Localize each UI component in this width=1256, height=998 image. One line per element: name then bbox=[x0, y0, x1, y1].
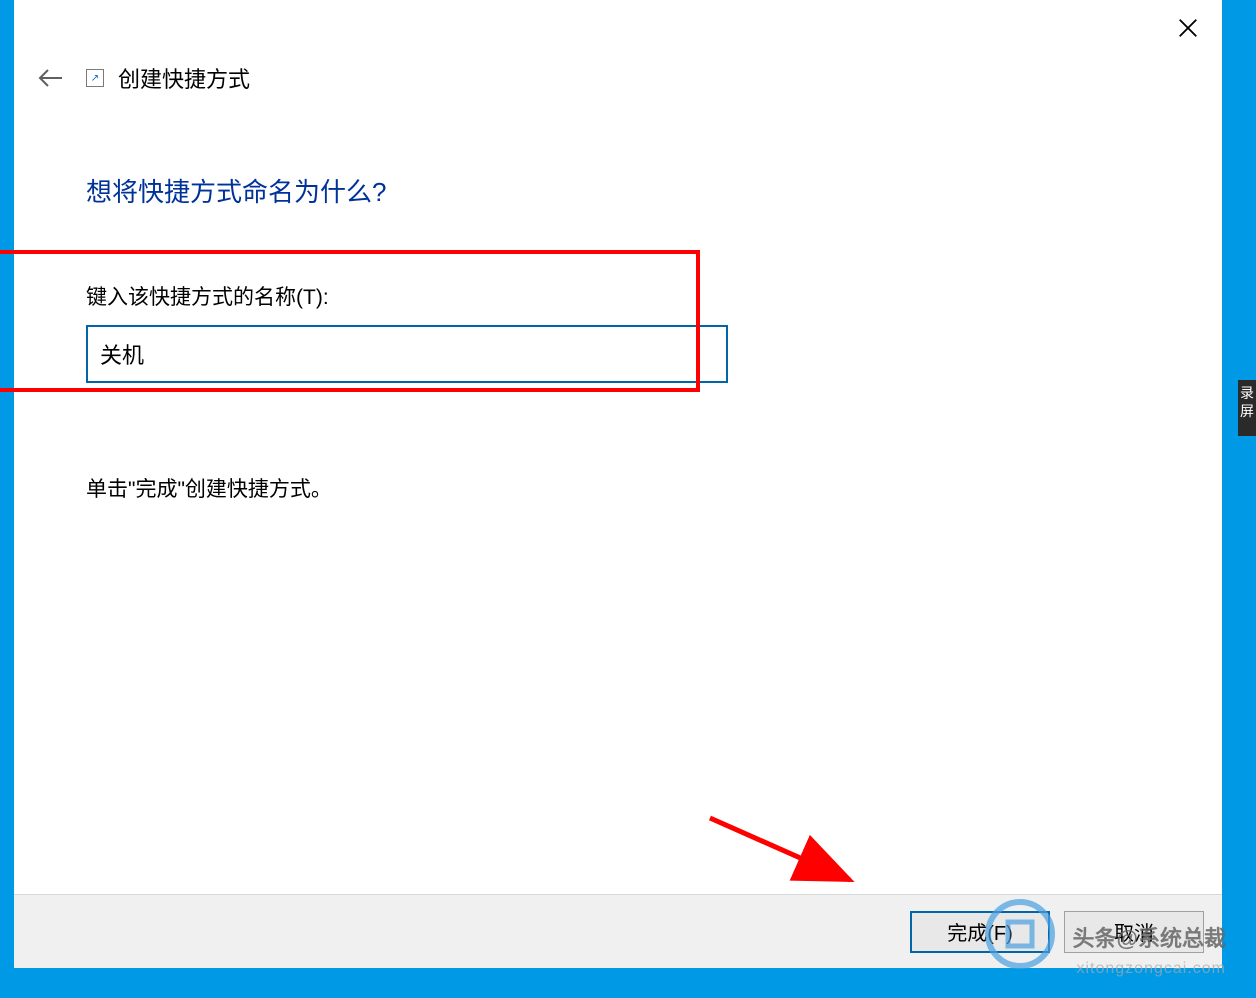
create-shortcut-dialog: 创建快捷方式 想将快捷方式命名为什么? 键入该快捷方式的名称(T): 单击"完成… bbox=[14, 0, 1222, 968]
close-icon bbox=[1177, 17, 1199, 39]
page-heading: 想将快捷方式命名为什么? bbox=[86, 172, 1222, 209]
title-bar bbox=[14, 0, 1222, 56]
instruction-text: 单击"完成"创建快捷方式。 bbox=[86, 473, 1222, 503]
back-arrow-icon bbox=[36, 68, 64, 88]
content-area: 想将快捷方式命名为什么? 键入该快捷方式的名称(T): 单击"完成"创建快捷方式… bbox=[14, 100, 1222, 894]
header-row: 创建快捷方式 bbox=[14, 56, 1222, 100]
back-button[interactable] bbox=[32, 60, 68, 96]
footer-bar: 完成(F) 取消 bbox=[14, 894, 1222, 968]
cancel-button[interactable]: 取消 bbox=[1064, 911, 1204, 953]
side-clip-label: 录屏 bbox=[1238, 380, 1256, 436]
close-button[interactable] bbox=[1164, 4, 1212, 52]
name-input-label: 键入该快捷方式的名称(T): bbox=[86, 281, 1222, 311]
shortcut-name-input[interactable] bbox=[86, 325, 728, 383]
finish-button[interactable]: 完成(F) bbox=[910, 911, 1050, 953]
dialog-title: 创建快捷方式 bbox=[118, 62, 250, 94]
shortcut-icon bbox=[86, 69, 104, 87]
